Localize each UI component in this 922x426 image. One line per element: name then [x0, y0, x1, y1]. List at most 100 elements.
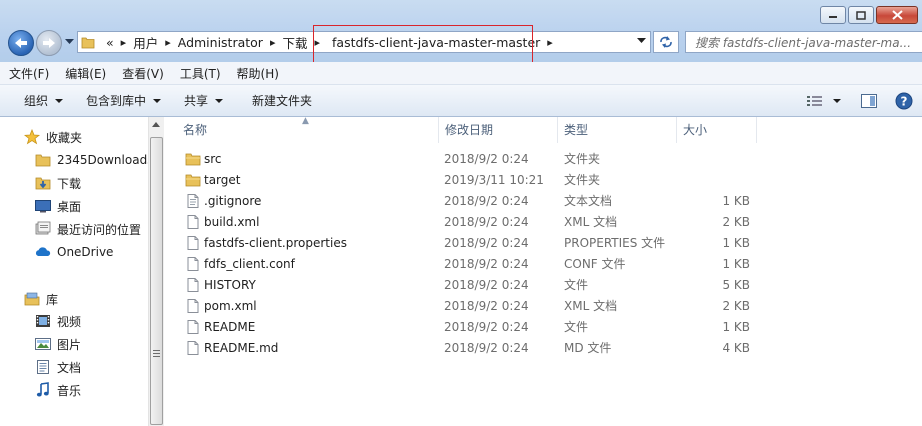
- preview-pane-button[interactable]: [849, 93, 889, 108]
- column-date[interactable]: 修改日期: [439, 117, 558, 143]
- file-row[interactable]: target 2019/3/11 10:21 文件夹: [165, 170, 922, 191]
- close-icon: [891, 10, 903, 20]
- library-icon: [24, 291, 40, 307]
- file-name: README.md: [204, 341, 279, 355]
- column-header: ▲ 名称 修改日期 类型 大小: [165, 116, 922, 143]
- view-options-button[interactable]: [795, 95, 849, 107]
- nav-item-videos[interactable]: 视频: [35, 311, 81, 331]
- nav-item-pictures[interactable]: 图片: [35, 334, 81, 354]
- file-size: 2 KB: [722, 299, 750, 313]
- breadcrumb-separator[interactable]: ▸: [545, 36, 555, 49]
- file-name: README: [204, 320, 256, 334]
- back-arrow-icon: [15, 38, 27, 48]
- back-button[interactable]: [8, 30, 34, 56]
- search-input[interactable]: 搜索 fastdfs-client-java-master-ma...: [685, 31, 922, 53]
- file-row[interactable]: pom.xml 2018/9/2 0:24 XML 文档 2 KB: [165, 296, 922, 317]
- file-icon: [185, 235, 201, 251]
- file-size: 2 KB: [722, 215, 750, 229]
- search-placeholder: 搜索 fastdfs-client-java-master-ma...: [695, 35, 912, 50]
- file-icon: [185, 298, 201, 314]
- nav-item-label: 视频: [57, 314, 82, 329]
- file-row[interactable]: README.md 2018/9/2 0:24 MD 文件 4 KB: [165, 338, 922, 359]
- file-date: 2019/3/11 10:21: [444, 173, 544, 187]
- file-size: 1 KB: [722, 320, 750, 334]
- nav-item-2345downloads[interactable]: 2345Downloads: [35, 150, 148, 170]
- file-date: 2018/9/2 0:24: [444, 236, 529, 250]
- column-type[interactable]: 类型: [558, 117, 677, 143]
- nav-item-label: 图片: [57, 337, 82, 352]
- folder-icon: [35, 152, 51, 168]
- help-button[interactable]: ?: [889, 92, 922, 110]
- file-row[interactable]: HISTORY 2018/9/2 0:24 文件 5 KB: [165, 275, 922, 296]
- menu-help[interactable]: 帮助(H): [228, 65, 286, 82]
- close-button[interactable]: [876, 6, 918, 24]
- file-row[interactable]: src 2018/9/2 0:24 文件夹: [165, 149, 922, 170]
- command-bar-right: ?: [795, 85, 922, 116]
- file-row[interactable]: fdfs_client.conf 2018/9/2 0:24 CONF 文件 1 KB: [165, 254, 922, 275]
- file-row[interactable]: .gitignore 2018/9/2 0:24 文本文档 1 KB: [165, 191, 922, 212]
- details-view-icon: [807, 95, 822, 106]
- file-type: MD 文件: [564, 341, 612, 355]
- nav-item-recent-places[interactable]: 最近访问的位置: [35, 219, 141, 239]
- file-type: 文件: [564, 320, 589, 334]
- file-type: 文件: [564, 278, 589, 292]
- menu-tools[interactable]: 工具(T): [171, 65, 228, 82]
- file-row[interactable]: build.xml 2018/9/2 0:24 XML 文档 2 KB: [165, 212, 922, 233]
- nav-favorites-label: 收藏夹: [46, 130, 83, 145]
- help-icon: ?: [895, 92, 913, 109]
- nav-item-documents[interactable]: 文档: [35, 357, 81, 377]
- forward-button[interactable]: [36, 30, 62, 56]
- nav-library-header[interactable]: 库: [24, 289, 58, 309]
- file-type: XML 文档: [564, 215, 618, 229]
- scroll-up-icon[interactable]: [152, 122, 160, 127]
- include-in-library-label: 包含到库中: [86, 94, 147, 108]
- share-label: 共享: [184, 94, 209, 108]
- address-dropdown-icon[interactable]: [637, 38, 646, 44]
- navigation-scrollbar[interactable]: [148, 117, 164, 426]
- file-row[interactable]: README 2018/9/2 0:24 文件 1 KB: [165, 317, 922, 338]
- new-folder-button[interactable]: 新建文件夹: [234, 92, 323, 109]
- column-size[interactable]: 大小: [677, 117, 757, 143]
- breadcrumb-item[interactable]: 下载: [277, 33, 312, 52]
- menu-view[interactable]: 查看(V): [113, 65, 171, 82]
- file-list: ▲ 名称 修改日期 类型 大小 src 2018/9/2 0:24 文件夹 targe…: [165, 116, 922, 426]
- history-dropdown-icon[interactable]: [65, 39, 74, 45]
- breadcrumb-separator[interactable]: ▸: [119, 36, 129, 49]
- file-size: 1 KB: [722, 194, 750, 208]
- video-icon: [35, 313, 51, 329]
- file-name: fdfs_client.conf: [204, 257, 295, 271]
- breadcrumb-overflow[interactable]: «: [101, 35, 119, 50]
- organize-button[interactable]: 组织: [0, 92, 74, 109]
- breadcrumb-item[interactable]: 用户: [128, 33, 163, 52]
- scrollbar-thumb[interactable]: [150, 137, 163, 425]
- folder-icon: [81, 37, 95, 49]
- file-name: .gitignore: [204, 194, 262, 208]
- file-size: 4 KB: [722, 341, 750, 355]
- minimize-icon: [829, 16, 837, 18]
- nav-favorites-header[interactable]: 收藏夹: [24, 127, 82, 147]
- nav-item-desktop[interactable]: 桌面: [35, 196, 81, 216]
- include-in-library-button[interactable]: 包含到库中: [74, 92, 172, 109]
- nav-item-music[interactable]: 音乐: [35, 380, 81, 400]
- nav-item-onedrive[interactable]: OneDrive: [35, 242, 113, 262]
- file-type: CONF 文件: [564, 257, 626, 271]
- chevron-down-icon: [215, 98, 224, 103]
- nav-item-downloads[interactable]: 下载: [35, 173, 81, 193]
- file-name: HISTORY: [204, 278, 256, 292]
- breadcrumb-item[interactable]: Administrator: [173, 35, 268, 50]
- menu-edit[interactable]: 编辑(E): [56, 65, 113, 82]
- maximize-button[interactable]: [848, 6, 874, 24]
- refresh-button[interactable]: [653, 31, 679, 53]
- menu-bar: 文件(F) 编辑(E) 查看(V) 工具(T) 帮助(H): [0, 62, 922, 85]
- menu-file[interactable]: 文件(F): [0, 65, 56, 82]
- refresh-icon: [660, 36, 672, 48]
- file-row[interactable]: fastdfs-client.properties 2018/9/2 0:24 PR…: [165, 233, 922, 254]
- forward-arrow-icon: [43, 38, 55, 48]
- minimize-button[interactable]: [820, 6, 846, 24]
- column-name[interactable]: 名称: [177, 117, 439, 143]
- chevron-down-icon: [55, 98, 64, 103]
- breadcrumb-separator[interactable]: ▸: [268, 36, 278, 49]
- share-button[interactable]: 共享: [172, 92, 234, 109]
- file-icon: [185, 256, 201, 272]
- breadcrumb-separator[interactable]: ▸: [163, 36, 173, 49]
